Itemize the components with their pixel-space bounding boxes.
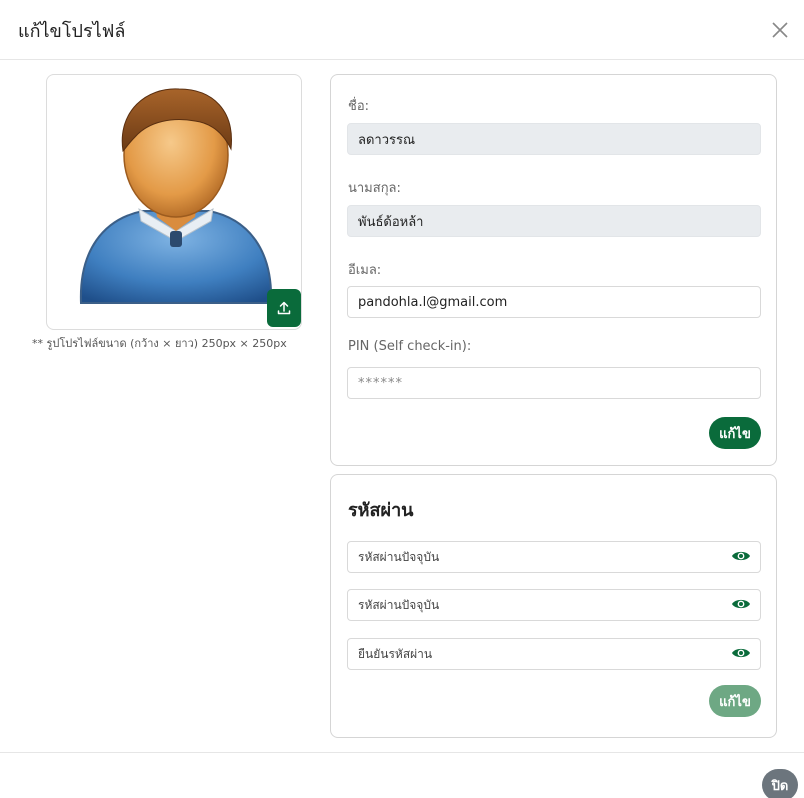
password-card: รหัสผ่าน แก้ไข [330,474,777,738]
first-name-label: ชื่อ: [348,99,370,114]
pin-field[interactable] [347,367,761,399]
profile-card: ชื่อ: นามสกุล: อีเมล: PIN (Self check-in… [330,74,777,466]
current-password-input[interactable] [348,542,718,572]
upload-avatar-button[interactable] [267,289,301,327]
upload-icon [277,301,291,315]
modal-header: แก้ไขโปรไฟล์ [0,0,804,60]
email-field[interactable] [347,286,761,318]
avatar-size-note: ** รูปโปรไฟล์ขนาด (กว้าง × ยาว) 250px × … [32,337,287,350]
current-password-row [347,541,761,573]
eye-icon [732,551,750,561]
close-modal-button[interactable]: ปิด [762,769,798,798]
save-password-button[interactable]: แก้ไข [709,685,761,717]
email-label: อีเมล: [348,263,382,278]
eye-icon [732,599,750,609]
eye-icon [732,648,750,658]
first-name-field[interactable] [347,123,761,155]
edit-profile-modal: แก้ไขโปรไฟล์ ** รูปโปรไฟล์ขนาด (กว้าง × … [0,0,804,798]
new-password-input[interactable] [348,590,718,620]
toggle-current-password-button[interactable] [730,548,752,566]
password-section-title: รหัสผ่าน [348,500,414,521]
new-password-row [347,589,761,621]
modal-title: แก้ไขโปรไฟล์ [18,21,126,42]
toggle-confirm-password-button[interactable] [730,645,752,663]
last-name-label: นามสกุล: [348,181,401,196]
avatar [79,88,273,304]
confirm-password-input[interactable] [348,639,718,669]
close-button[interactable] [764,14,796,46]
last-name-field[interactable] [347,205,761,237]
modal-footer: ปิด [0,752,804,798]
avatar-card [46,74,302,330]
toggle-new-password-button[interactable] [730,596,752,614]
close-icon [772,22,788,38]
save-profile-button[interactable]: แก้ไข [709,417,761,449]
confirm-password-row [347,638,761,670]
pin-label: PIN (Self check-in): [348,339,472,354]
